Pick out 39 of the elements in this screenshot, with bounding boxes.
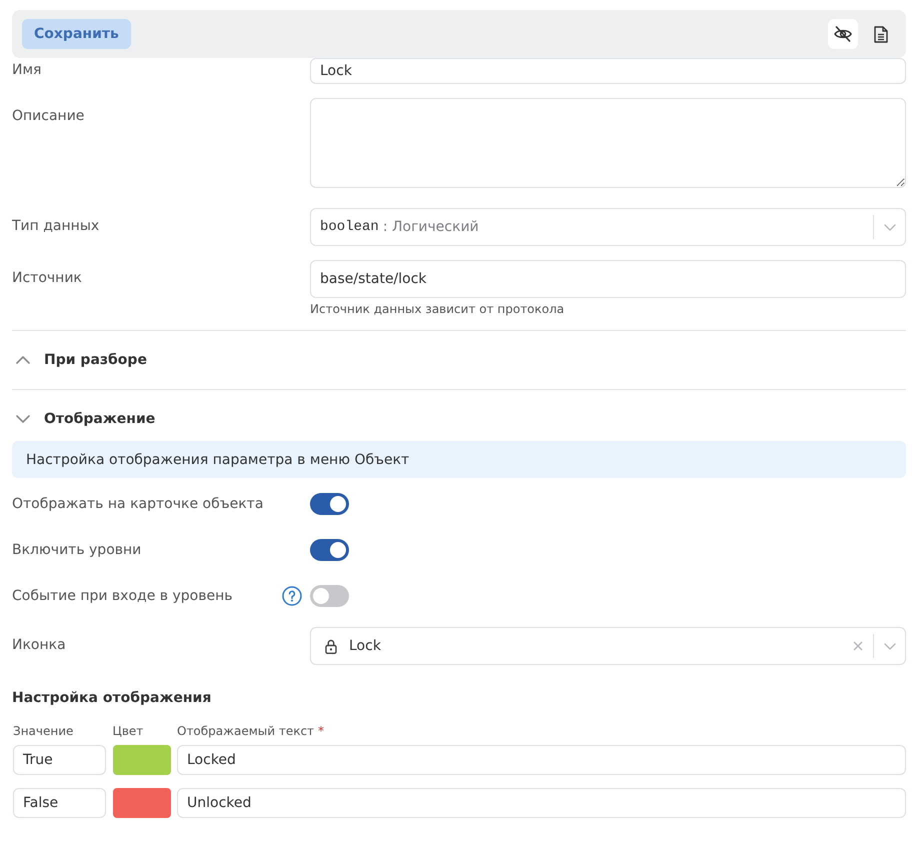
text-field[interactable]: base/state/lock <box>310 260 906 298</box>
field-label: Иконка <box>12 636 66 654</box>
chevron-up-icon <box>16 356 30 364</box>
toggle-label: Включить уровни <box>12 541 142 559</box>
info-banner: Настройка отображения параметра в меню Объект <box>12 441 906 478</box>
field-label: Источник <box>12 269 82 287</box>
chevron-down-icon <box>16 415 30 423</box>
value-field[interactable]: True <box>13 745 106 775</box>
text-field[interactable]: Lock <box>310 58 906 84</box>
color-swatch-icon[interactable] <box>112 788 170 818</box>
section-header[interactable]: При разборе <box>12 338 147 382</box>
color-swatch-icon[interactable] <box>112 745 170 775</box>
field-label: Имя <box>12 61 42 79</box>
field-label: Тип данных <box>12 217 100 235</box>
document-icon <box>874 26 888 42</box>
toggle-label: Событие при входе в уровень <box>12 587 232 605</box>
dropdown-field[interactable]: boolean : Логический <box>310 208 906 246</box>
icon-dropdown-field[interactable]: Lock <box>310 627 906 665</box>
clear-icon <box>853 641 863 651</box>
field-label: Описание <box>12 107 84 125</box>
display-text-field[interactable]: Locked <box>177 745 906 775</box>
column-header: Значение <box>13 723 74 739</box>
lock-icon <box>325 638 337 654</box>
column-header: Отображаемый текст * <box>177 723 324 739</box>
toggle-switch[interactable] <box>310 493 349 515</box>
toggle-switch[interactable] <box>310 539 349 561</box>
toggle-switch[interactable] <box>310 585 349 607</box>
field-hint: Источник данных зависит от протокола <box>310 301 566 317</box>
visibility-button[interactable] <box>828 19 858 49</box>
display-text-field[interactable]: Unlocked <box>177 788 906 818</box>
eye-slash-icon <box>834 26 852 42</box>
toggle-label: Отображать на карточке объекта <box>12 495 264 513</box>
column-header: Цвет <box>112 723 144 739</box>
textarea-field[interactable] <box>310 98 906 188</box>
caret-icon <box>884 224 896 230</box>
value-field[interactable]: False <box>13 788 106 818</box>
caret-icon <box>884 642 896 650</box>
subsection-title: Настройка отображения <box>12 689 212 707</box>
section-header[interactable]: Отображение <box>12 397 156 441</box>
